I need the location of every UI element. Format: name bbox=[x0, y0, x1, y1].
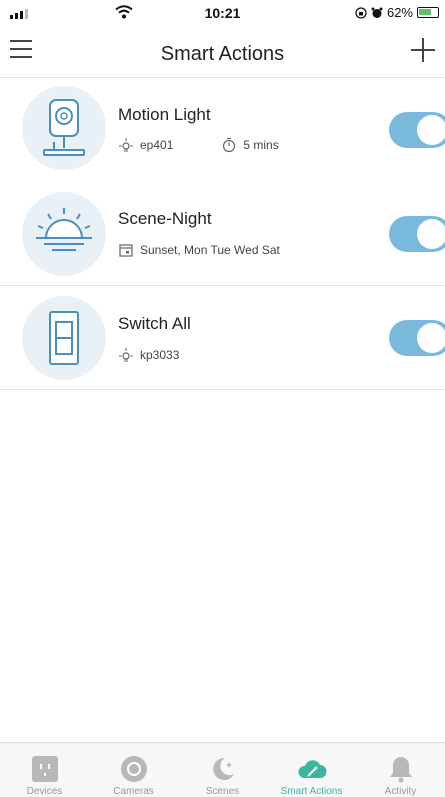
action-meta: kp3033 bbox=[118, 347, 179, 363]
schedule-text: Sunset, Mon Tue Wed Sat bbox=[140, 243, 280, 257]
bulb-icon bbox=[119, 348, 133, 362]
page-title: Smart Actions bbox=[160, 43, 285, 65]
orientation-lock-icon bbox=[355, 6, 367, 19]
tab-smart-actions[interactable]: Smart Actions bbox=[267, 743, 356, 797]
tab-label: Scenes bbox=[205, 786, 240, 797]
tab-activity[interactable]: Activity bbox=[356, 743, 445, 797]
tab-scenes[interactable]: Scenes bbox=[178, 743, 267, 797]
calendar-icon bbox=[119, 244, 133, 257]
action-meta: Sunset, Mon Tue Wed Sat bbox=[118, 242, 280, 258]
bulb-icon bbox=[119, 138, 133, 152]
tab-label: Smart Actions bbox=[280, 786, 343, 797]
battery-percent: 62% bbox=[386, 5, 413, 20]
sunset-icon bbox=[22, 192, 106, 276]
action-meta: ep401 5 mins bbox=[118, 137, 279, 153]
action-name: Switch All bbox=[118, 314, 191, 333]
status-bar: 10:21 62% bbox=[0, 0, 445, 26]
action-name: Scene-Night bbox=[118, 209, 212, 228]
nav-bar: Smart Actions bbox=[0, 26, 445, 78]
enable-toggle[interactable] bbox=[389, 216, 445, 252]
bell-icon bbox=[390, 757, 412, 783]
tab-label: Cameras bbox=[113, 786, 154, 797]
cloud-wand-icon bbox=[298, 760, 327, 778]
enable-toggle[interactable] bbox=[389, 320, 445, 356]
tab-label: Activity bbox=[384, 786, 417, 797]
enable-toggle[interactable] bbox=[389, 112, 445, 148]
moon-stars-icon bbox=[213, 757, 234, 780]
battery-icon bbox=[417, 7, 439, 18]
tab-devices[interactable]: Devices bbox=[0, 743, 89, 797]
wall-switch-icon bbox=[22, 296, 106, 380]
action-name: Motion Light bbox=[118, 105, 211, 124]
smart-action-row-scene-night[interactable]: Scene-Night Sunset, Mon Tue Wed Sat bbox=[0, 182, 445, 286]
smart-action-row-switch-all[interactable]: Switch All kp3033 bbox=[0, 286, 445, 390]
plus-icon[interactable] bbox=[411, 38, 435, 62]
timer-icon bbox=[223, 137, 236, 153]
tab-cameras[interactable]: Cameras bbox=[89, 743, 178, 797]
tab-label: Devices bbox=[26, 786, 63, 797]
alarm-icon bbox=[371, 7, 383, 18]
camera-lens-icon bbox=[121, 756, 147, 782]
device-name: kp3033 bbox=[140, 348, 180, 362]
duration-text: 5 mins bbox=[243, 138, 279, 152]
smart-action-row-motion-light[interactable]: Motion Light ep401 5 mins bbox=[0, 78, 445, 178]
tab-bar: Devices Cameras Scenes Smart Actions Act… bbox=[0, 742, 445, 797]
outlet-icon bbox=[32, 756, 58, 782]
camera-icon bbox=[22, 86, 106, 170]
status-right: 62% bbox=[355, 5, 439, 20]
device-name: ep401 bbox=[140, 138, 174, 152]
